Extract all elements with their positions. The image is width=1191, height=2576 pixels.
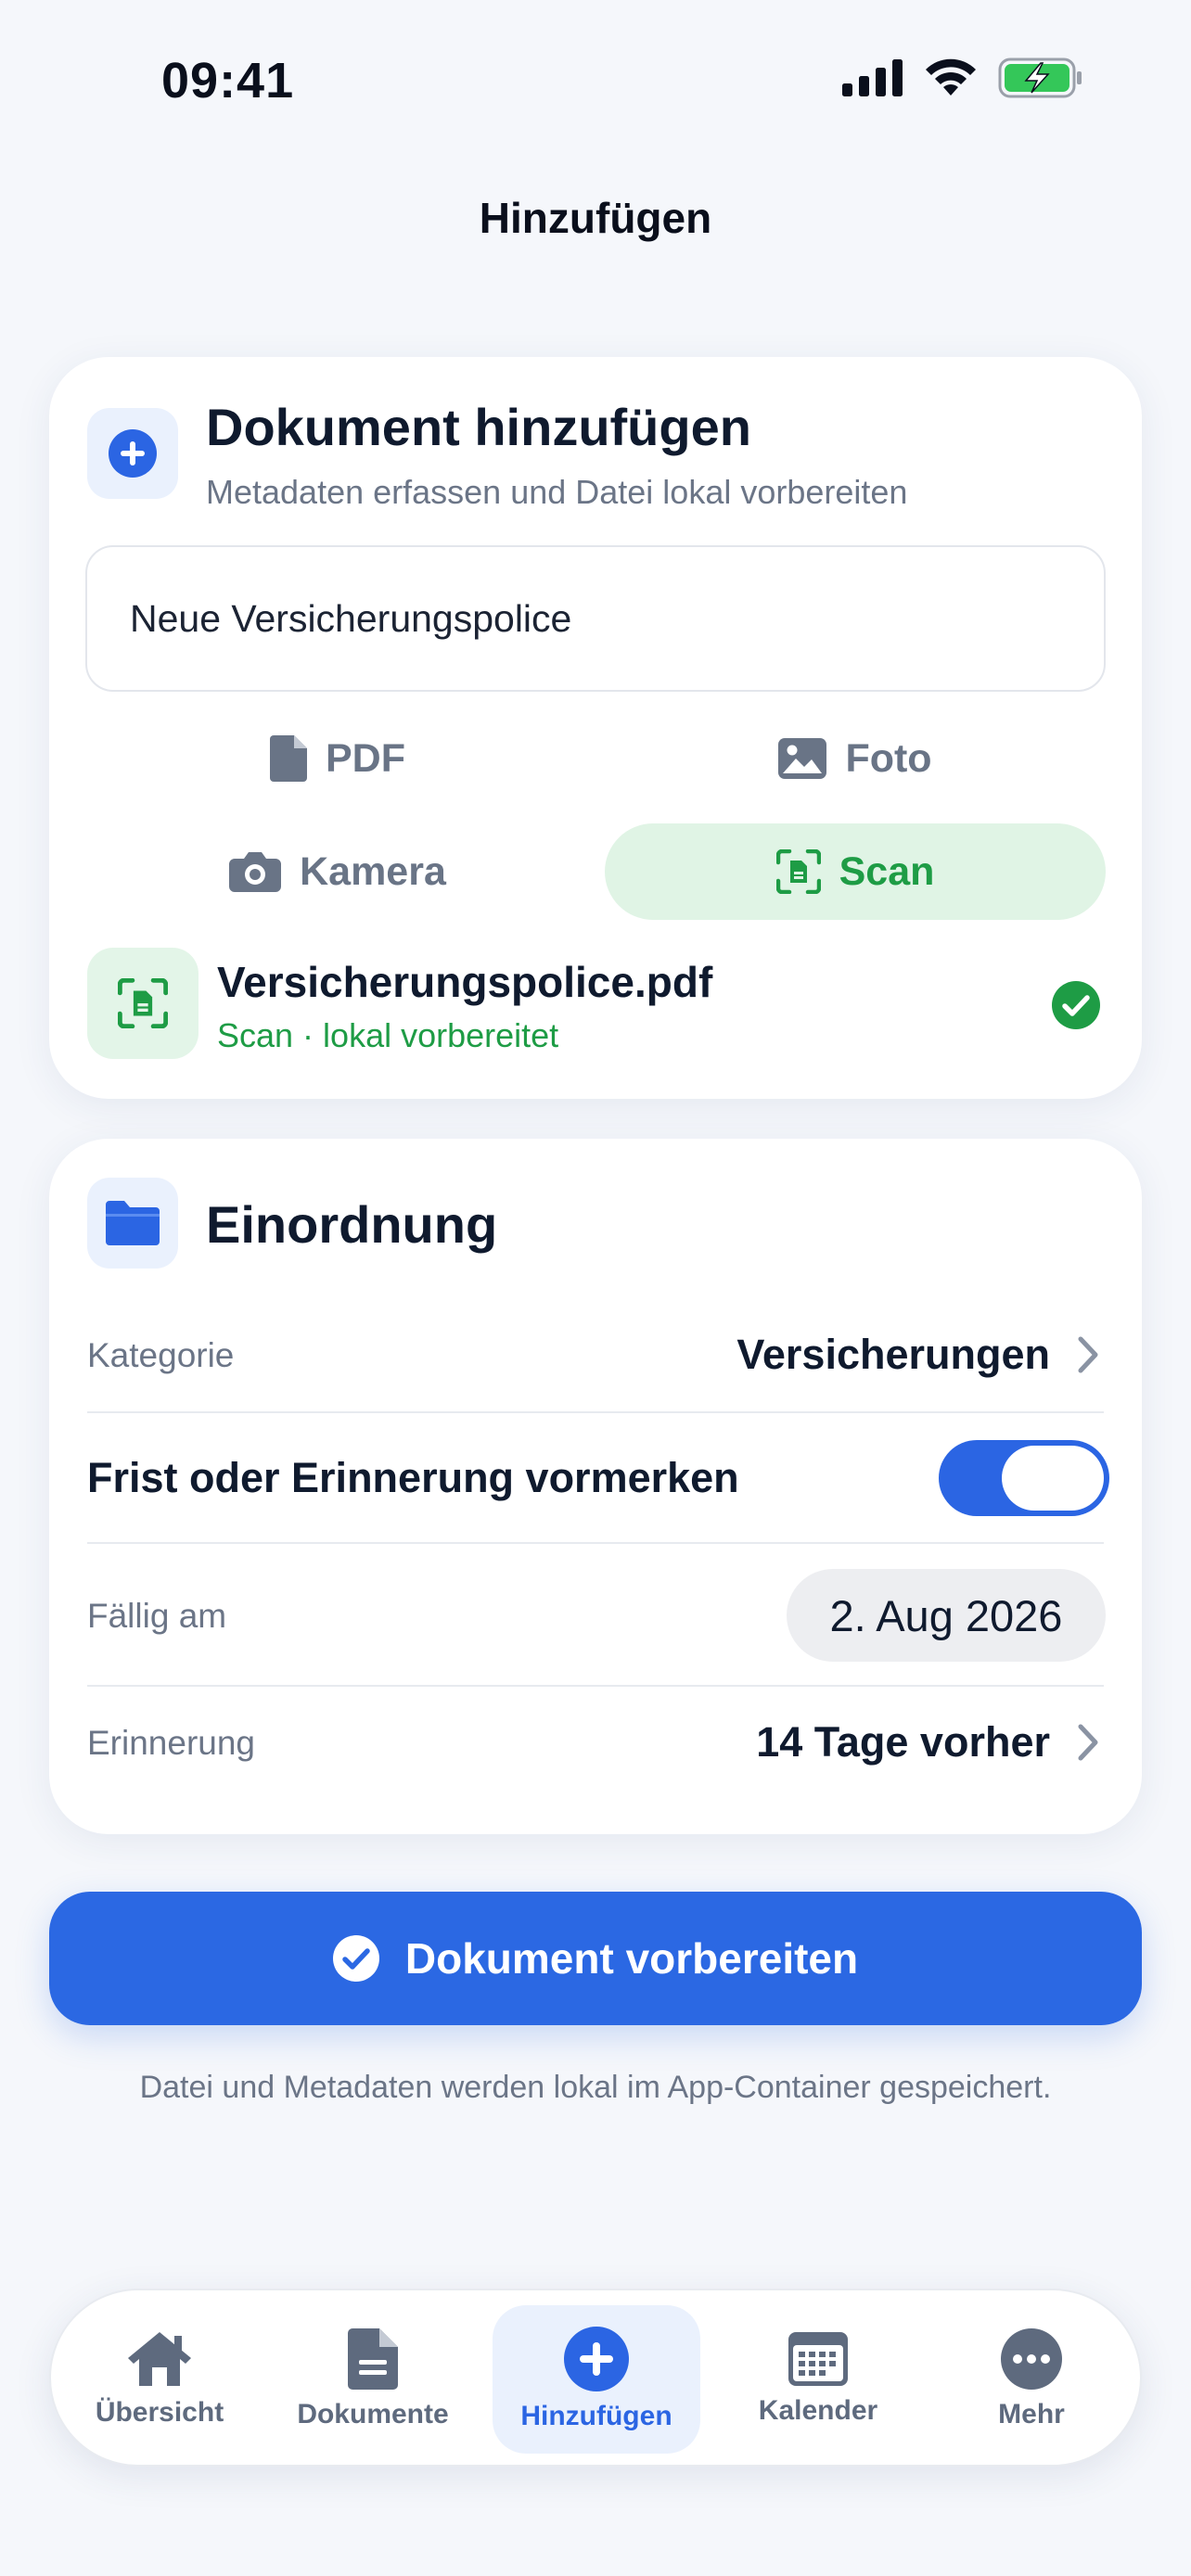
scan-icon [775,849,821,894]
source-photo-button[interactable]: Foto [605,710,1106,807]
storage-footnote: Datei und Metadaten werden lokal im App-… [139,2070,1052,2105]
cellular-signal-icon [842,59,903,96]
wifi-icon [926,58,976,96]
calendar-icon [788,2332,848,2386]
plus-circle-icon [564,2327,629,2391]
prepare-document-label: Dokument vorbereiten [404,1934,859,1983]
chevron-right-icon [1078,1724,1098,1761]
add-document-tile [87,408,178,499]
pdf-file-icon [270,735,307,782]
tab-more-label: Mehr [998,2399,1065,2429]
plus-circle-icon [109,429,157,478]
source-scan-button[interactable]: Scan [605,823,1106,920]
category-label: Kategorie [87,1336,235,1374]
deadline-toggle-label: Frist oder Erinnerung vormerken [87,1454,739,1501]
page-title: Hinzufügen [479,194,712,242]
due-date-label: Fällig am [87,1597,227,1635]
tab-overview[interactable]: Übersicht [60,2305,259,2454]
chevron-right-icon [1078,1336,1098,1373]
tab-overview-label: Übersicht [95,2397,224,2428]
document-icon [348,2328,398,2390]
tab-documents-label: Dokumente [297,2399,449,2429]
source-pdf-label: PDF [326,735,405,781]
file-status: Scan · lokal vorbereitet [217,1016,559,1054]
divider [87,1411,1104,1413]
reminder-label: Erinnerung [87,1724,256,1762]
classification-title: Einordnung [206,1195,498,1254]
reminder-value: 14 Tage vorher [756,1718,1050,1766]
tab-bar: Übersicht Dokumente Hinzufügen Kalender … [49,2289,1142,2467]
deadline-toggle[interactable] [939,1440,1109,1516]
document-name-input[interactable]: Neue Versicherungspolice [85,545,1106,692]
category-value: Versicherungen [736,1331,1050,1378]
file-name: Versicherungspolice.pdf [217,958,713,1006]
source-scan-label: Scan [839,848,935,894]
more-icon [1001,2328,1062,2390]
status-icons [842,57,1083,98]
checkmark-circle-icon [1052,981,1100,1029]
home-icon [128,2332,191,2386]
file-scan-tile [87,948,198,1059]
add-document-subtitle: Metadaten erfassen und Datei lokal vorbe… [206,473,908,511]
photo-icon [778,738,827,779]
camera-icon [229,852,282,892]
battery-charging-icon [998,57,1082,98]
tab-add-label: Hinzufügen [520,2401,672,2431]
divider [87,1542,1104,1544]
source-camera-button[interactable]: Kamera [87,823,588,920]
classification-tile [87,1178,178,1269]
folder-icon [106,1201,160,1245]
tab-documents[interactable]: Dokumente [274,2305,472,2454]
tab-more[interactable]: Mehr [932,2305,1131,2454]
toggle-knob [1002,1446,1104,1511]
source-photo-label: Foto [845,735,932,781]
add-document-title: Dokument hinzufügen [206,398,751,456]
status-time: 09:41 [161,53,295,108]
scan-icon [118,978,168,1028]
prepare-document-button[interactable]: Dokument vorbereiten [49,1892,1142,2025]
due-date-picker[interactable]: 2. Aug 2026 [787,1569,1106,1662]
tab-calendar-label: Kalender [758,2395,878,2426]
tab-calendar[interactable]: Kalender [719,2305,917,2454]
tab-add[interactable]: Hinzufügen [493,2305,700,2454]
source-camera-label: Kamera [300,848,446,894]
checkmark-circle-icon [332,1935,379,1982]
source-pdf-button[interactable]: PDF [87,710,588,807]
